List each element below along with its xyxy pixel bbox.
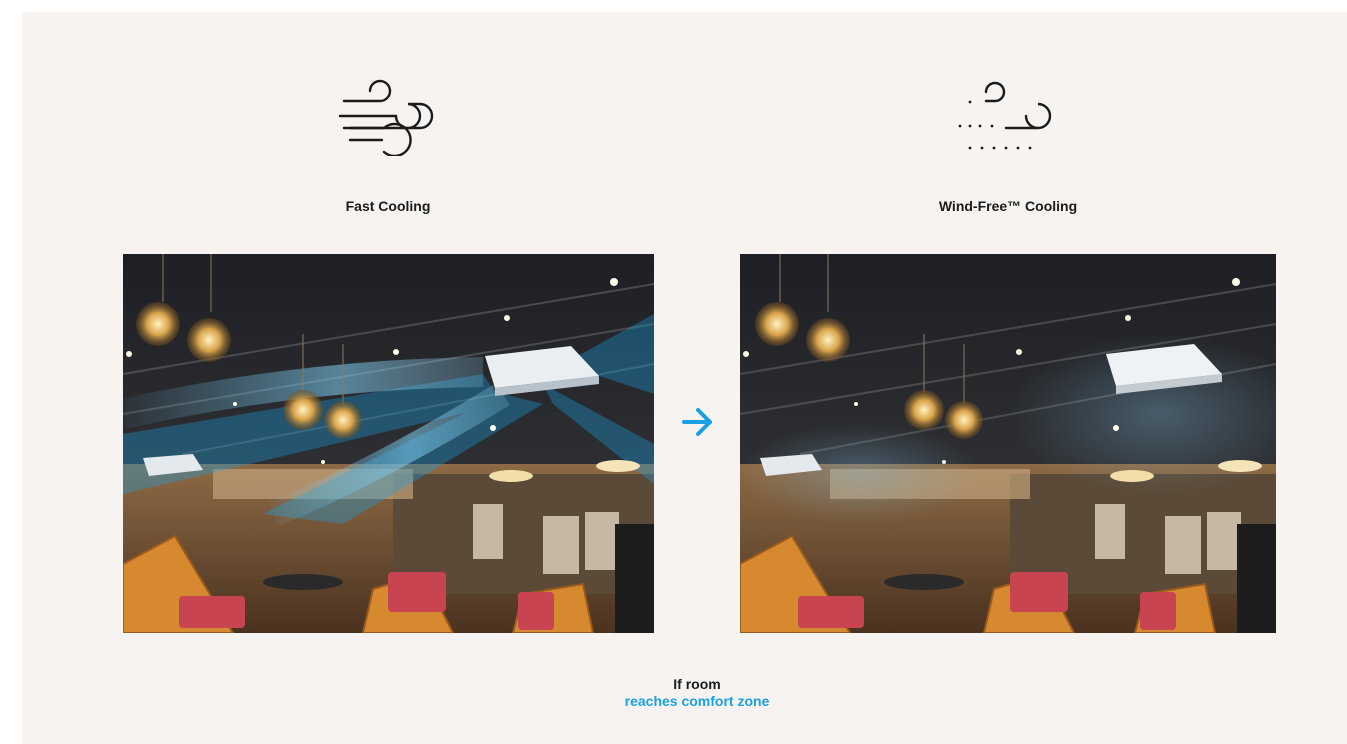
caption-line-1: If room <box>673 676 721 692</box>
caption-line-2: reaches comfort zone <box>624 693 770 709</box>
arrow-right-icon <box>680 404 716 445</box>
wind-free-cooling-title: Wind-Free™ Cooling <box>938 198 1078 214</box>
wind-gust-icon <box>336 74 440 161</box>
cafe-interior-gentle-airflow-photo <box>740 254 1276 633</box>
comfort-zone-caption: If room reaches comfort zone <box>625 676 770 710</box>
wind-free-breeze-icon <box>956 74 1060 161</box>
fast-cooling-title: Fast Cooling <box>345 198 431 214</box>
cafe-interior-strong-airflow-photo <box>123 254 654 633</box>
